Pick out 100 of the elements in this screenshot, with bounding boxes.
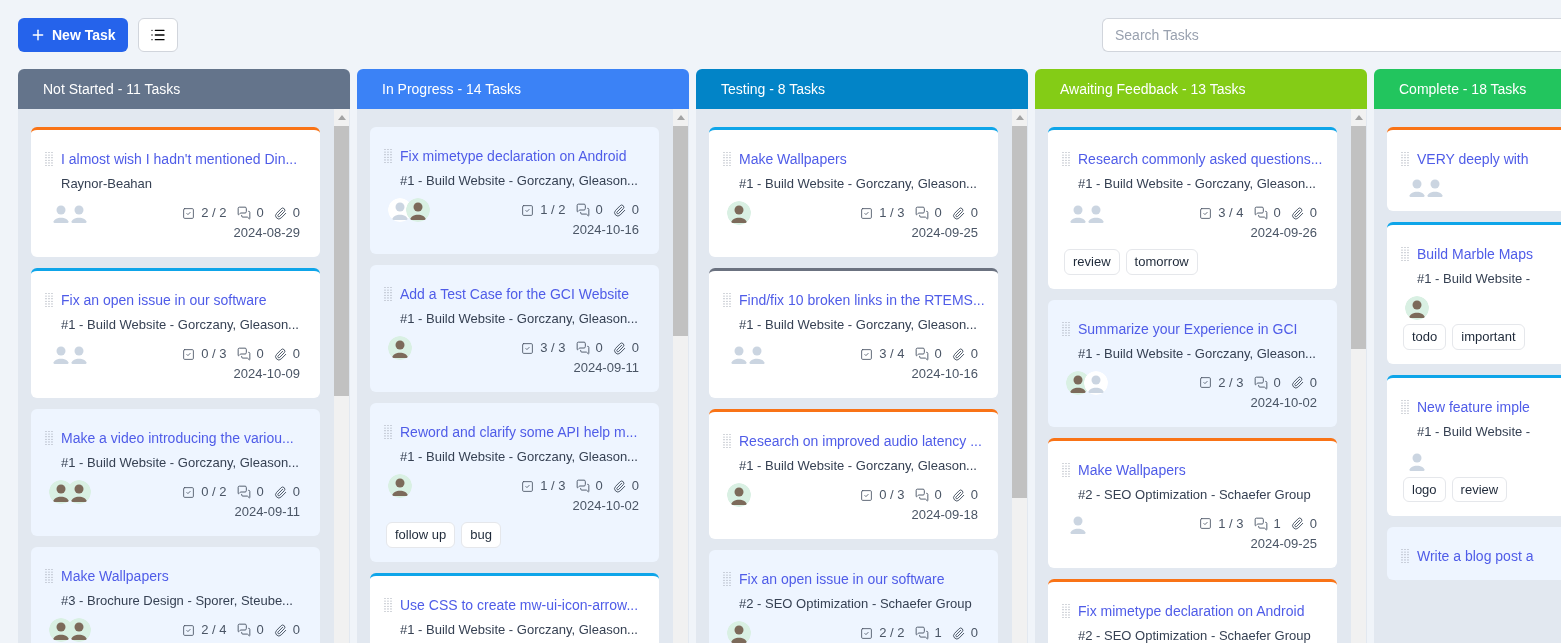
list-icon bbox=[149, 27, 166, 43]
task-card[interactable]: Write a blog post a bbox=[1387, 527, 1561, 580]
comment-count: 0 bbox=[256, 621, 264, 640]
drag-handle-icon[interactable] bbox=[1401, 151, 1409, 167]
task-title[interactable]: Build Marble Maps bbox=[1417, 244, 1533, 264]
checklist-count: 1 / 3 bbox=[879, 204, 905, 223]
scroll-up-icon[interactable] bbox=[337, 115, 346, 120]
task-card[interactable]: Build Marble Maps #1 - Build Website - todo important bbox=[1387, 222, 1561, 364]
tag[interactable]: review bbox=[1451, 476, 1508, 502]
task-card[interactable]: New feature imple #1 - Build Website - logo review bbox=[1387, 374, 1561, 516]
drag-handle-icon[interactable] bbox=[1062, 461, 1070, 478]
task-title[interactable]: VERY deeply with bbox=[1417, 149, 1529, 169]
checklist-count: 0 / 3 bbox=[201, 345, 227, 364]
tag[interactable]: follow up bbox=[386, 522, 456, 548]
task-title[interactable]: Fix mimetype declaration on Android bbox=[1078, 600, 1305, 621]
task-title[interactable]: Add a Test Case for the GCI Website bbox=[400, 284, 630, 304]
task-card[interactable]: Research commonly asked questions... #1 - Build Website - Gorczany, Gleason... 3 / 4 0 0 2024-09-26 review tomorrow bbox=[1048, 127, 1337, 289]
task-card[interactable]: Make Wallpapers #3 - Brochure Design - Sporer, Steube... 2 / 4 0 0 bbox=[31, 547, 320, 643]
checklist-icon bbox=[521, 341, 535, 355]
drag-handle-icon[interactable] bbox=[45, 430, 53, 446]
drag-handle-icon[interactable] bbox=[384, 286, 392, 302]
scroll-up-icon[interactable] bbox=[1354, 115, 1363, 120]
scrollbar-thumb[interactable] bbox=[1351, 126, 1366, 349]
attachment-count: 0 bbox=[1309, 514, 1317, 533]
comment-count: 0 bbox=[256, 345, 264, 364]
tag[interactable]: important bbox=[1452, 324, 1525, 350]
task-card[interactable]: Fix an open issue in our software #1 - Build Website - Gorczany, Gleason... 0 / 3 0 0 2024-10-09 bbox=[31, 268, 320, 398]
task-card[interactable]: Summarize your Experience in GCI #1 - Build Website - Gorczany, Gleason... 2 / 3 0 0 2024-10-02 bbox=[1048, 299, 1337, 427]
comments-icon bbox=[236, 347, 251, 361]
task-card[interactable]: Fix mimetype declaration on Android #1 - Build Website - Gorczany, Gleason... 1 / 2 0 0 2024-10-16 bbox=[370, 127, 659, 254]
task-title[interactable]: Fix an open issue in our software bbox=[61, 290, 267, 310]
task-project: #1 - Build Website - Gorczany, Gleason... bbox=[739, 458, 977, 473]
task-card[interactable]: Research on improved audio latency ... #1 - Build Website - Gorczany, Gleason... 0 / 3 0 0 2024-09-18 bbox=[709, 409, 998, 539]
comments-icon bbox=[1253, 516, 1268, 531]
task-card[interactable]: Fix mimetype declaration on Android #2 - SEO Optimization - Schaefer Group bbox=[1048, 578, 1337, 643]
task-card[interactable]: I almost wish I hadn't mentioned Din... Raynor-Beahan 2 / 2 0 0 2024-08-29 bbox=[31, 127, 320, 257]
drag-handle-icon[interactable] bbox=[1062, 151, 1070, 167]
scrollbar-thumb[interactable] bbox=[1012, 126, 1027, 498]
drag-handle-icon[interactable] bbox=[1062, 602, 1070, 619]
tag[interactable]: bug bbox=[461, 522, 501, 548]
checklist-count: 3 / 4 bbox=[1218, 204, 1244, 223]
drag-handle-icon[interactable] bbox=[45, 568, 53, 584]
scrollbar[interactable] bbox=[1351, 109, 1366, 643]
comment-count: 0 bbox=[256, 204, 264, 223]
scrollbar-thumb[interactable] bbox=[334, 126, 349, 396]
scroll-up-icon[interactable] bbox=[1015, 115, 1024, 120]
tag[interactable]: tomorrow bbox=[1125, 249, 1198, 275]
list-view-button[interactable] bbox=[137, 18, 178, 52]
task-title[interactable]: Make Wallpapers bbox=[739, 149, 847, 169]
scrollbar[interactable] bbox=[334, 109, 349, 643]
paperclip-icon bbox=[951, 206, 965, 220]
task-card[interactable]: Fix an open issue in our software #2 - SEO Optimization - Schaefer Group 2 / 2 1 0 bbox=[709, 550, 998, 643]
task-title[interactable]: Research commonly asked questions... bbox=[1078, 149, 1323, 169]
task-card[interactable]: Find/fix 10 broken links in the RTEMS... #1 - Build Website - Gorczany, Gleason... 3 / 4 0 0 2024-10-16 bbox=[709, 268, 998, 398]
drag-handle-icon[interactable] bbox=[723, 571, 731, 587]
checklist-icon bbox=[860, 626, 874, 640]
task-card[interactable]: Use CSS to create mw-ui-icon-arrow... #1 - Build Website - Gorczany, Gleason... bbox=[370, 572, 659, 643]
task-title[interactable]: Fix mimetype declaration on Android bbox=[400, 146, 627, 166]
drag-handle-icon[interactable] bbox=[1401, 398, 1409, 415]
drag-handle-icon[interactable] bbox=[45, 292, 53, 308]
checklist-icon bbox=[860, 206, 874, 220]
task-card[interactable]: Make Wallpapers #2 - SEO Optimization - Schaefer Group 1 / 3 1 0 2024-09-25 bbox=[1048, 437, 1337, 568]
task-card[interactable]: VERY deeply with bbox=[1387, 127, 1561, 211]
task-title[interactable]: Make a video introducing the variou... bbox=[61, 428, 294, 448]
drag-handle-icon[interactable] bbox=[723, 292, 731, 308]
scrollbar[interactable] bbox=[1012, 109, 1027, 643]
search-field[interactable]: Search Tasks bbox=[1102, 18, 1561, 52]
task-title[interactable]: Summarize your Experience in GCI bbox=[1078, 318, 1298, 339]
task-title[interactable]: Reword and clarify some API help m... bbox=[400, 422, 638, 442]
comments-icon bbox=[914, 347, 929, 361]
drag-handle-icon[interactable] bbox=[384, 148, 392, 164]
task-title[interactable]: Make Wallpapers bbox=[61, 566, 169, 586]
new-task-button[interactable]: New Task bbox=[18, 18, 128, 52]
scrollbar[interactable] bbox=[673, 109, 688, 643]
tag[interactable]: todo bbox=[1403, 324, 1447, 350]
task-title[interactable]: Find/fix 10 broken links in the RTEMS... bbox=[739, 290, 985, 310]
task-card[interactable]: Reword and clarify some API help m... #1 - Build Website - Gorczany, Gleason... 1 / 3 0 0 2024-10-02 follow up bug bbox=[370, 403, 659, 562]
drag-handle-icon[interactable] bbox=[45, 151, 53, 167]
task-title[interactable]: New feature imple bbox=[1417, 396, 1530, 417]
task-title[interactable]: Write a blog post a bbox=[1417, 546, 1534, 566]
drag-handle-icon[interactable] bbox=[723, 151, 731, 167]
drag-handle-icon[interactable] bbox=[723, 433, 731, 449]
task-card[interactable]: Make Wallpapers #1 - Build Website - Gorczany, Gleason... 1 / 3 0 0 2024-09-25 bbox=[709, 127, 998, 257]
scroll-up-icon[interactable] bbox=[676, 115, 685, 120]
checklist-count: 2 / 3 bbox=[1218, 373, 1244, 392]
drag-handle-icon[interactable] bbox=[1062, 320, 1070, 337]
task-title[interactable]: Make Wallpapers bbox=[1078, 459, 1186, 480]
task-title[interactable]: Use CSS to create mw-ui-icon-arrow... bbox=[400, 594, 639, 615]
drag-handle-icon[interactable] bbox=[384, 424, 392, 440]
task-title[interactable]: Fix an open issue in our software bbox=[739, 569, 945, 589]
tag[interactable]: review bbox=[1064, 249, 1120, 275]
scrollbar-thumb[interactable] bbox=[673, 126, 688, 336]
drag-handle-icon[interactable] bbox=[1401, 246, 1409, 262]
drag-handle-icon[interactable] bbox=[384, 596, 392, 613]
drag-handle-icon[interactable] bbox=[1401, 548, 1409, 564]
task-title[interactable]: I almost wish I hadn't mentioned Din... bbox=[61, 149, 298, 169]
task-card[interactable]: Make a video introducing the variou... #1 - Build Website - Gorczany, Gleason... 0 / 2 0 0 2024-09-11 bbox=[31, 409, 320, 536]
task-card[interactable]: Add a Test Case for the GCI Website #1 - Build Website - Gorczany, Gleason... 3 / 3 0 0 2024-09-11 bbox=[370, 265, 659, 392]
task-title[interactable]: Research on improved audio latency ... bbox=[739, 431, 982, 451]
tag[interactable]: logo bbox=[1403, 476, 1446, 502]
